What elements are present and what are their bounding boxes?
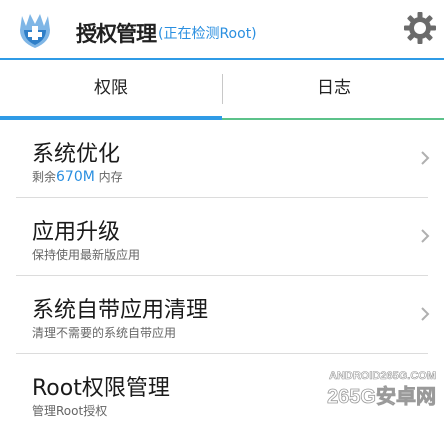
shield-logo-icon — [20, 14, 50, 48]
item-subtitle: 保持使用最新版应用 — [32, 248, 141, 262]
item-title: 应用升级 — [32, 220, 121, 245]
item-subtitle: 管理Root授权 — [32, 404, 108, 418]
memory-prefix: 剩余 — [32, 170, 57, 184]
header-title: 授权管理 (正在检测Root) — [76, 18, 257, 48]
chevron-right-icon — [421, 229, 430, 243]
app-title: 授权管理 — [76, 22, 157, 46]
tab-separator — [222, 74, 223, 104]
tab-log[interactable]: 日志 — [224, 60, 444, 116]
site-watermark: ANDROID265G.COM 265G安卓网 — [327, 370, 437, 407]
item-subtitle: 清理不需要的系统自带应用 — [32, 326, 177, 340]
item-title: Root权限管理 — [32, 376, 170, 401]
list-item-app-upgrade[interactable]: 应用升级 保持使用最新版应用 — [0, 198, 444, 276]
root-manager-screen: 授权管理 (正在检测Root) 权限 日志 系统优化 剩余670M 内存 应用升… — [0, 0, 444, 421]
memory-suffix: 内存 — [94, 170, 123, 184]
item-subtitle: 剩余670M 内存 — [32, 168, 123, 185]
watermark-line2: 265G安卓网 — [327, 384, 436, 407]
watermark-line1: ANDROID265G.COM — [329, 370, 436, 382]
free-memory-value: 670M — [56, 169, 95, 185]
root-status-text: (正在检测Root) — [158, 26, 257, 42]
list-item-system-optimize[interactable]: 系统优化 剩余670M 内存 — [0, 120, 444, 198]
app-header: 授权管理 (正在检测Root) — [0, 0, 444, 60]
tab-permissions[interactable]: 权限 — [0, 60, 222, 116]
item-title: 系统优化 — [32, 142, 121, 167]
list-item-system-app-cleanup[interactable]: 系统自带应用清理 清理不需要的系统自带应用 — [0, 276, 444, 354]
chevron-right-icon — [421, 307, 430, 321]
gear-icon[interactable] — [402, 10, 438, 46]
chevron-right-icon — [421, 151, 430, 165]
tab-bar: 权限 日志 — [0, 60, 444, 120]
item-title: 系统自带应用清理 — [32, 298, 209, 323]
